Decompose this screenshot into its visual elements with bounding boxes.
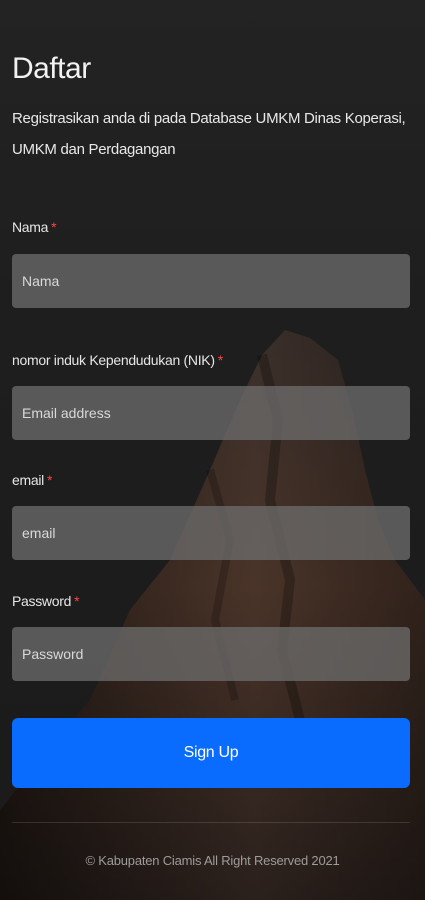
- signup-form-container: Daftar Registrasikan anda di pada Databa…: [0, 0, 425, 900]
- page-subtitle: Registrasikan anda di pada Database UMKM…: [12, 110, 406, 158]
- password-label-text: Password: [12, 593, 72, 609]
- nama-input[interactable]: [12, 254, 410, 308]
- nama-label-text: Nama: [12, 219, 49, 235]
- nik-input[interactable]: [12, 386, 410, 440]
- required-marker: *: [46, 472, 53, 488]
- required-marker: *: [51, 219, 57, 235]
- password-label: Password *: [12, 593, 80, 609]
- nama-label: Nama *: [12, 219, 57, 235]
- footer-copyright: © Kabupaten Ciamis All Right Reserved 20…: [85, 853, 340, 868]
- email-label-text: email: [12, 472, 44, 488]
- nik-label: nomor induk Kependudukan (NIK) *: [12, 352, 223, 368]
- page-title: Daftar: [12, 52, 91, 85]
- password-input[interactable]: [12, 627, 410, 681]
- sign-up-button[interactable]: Sign Up: [12, 718, 410, 788]
- required-marker: *: [217, 352, 223, 368]
- nik-label-text: nomor induk Kependudukan (NIK): [12, 352, 215, 368]
- required-marker: *: [74, 593, 80, 609]
- email-label: email *: [12, 472, 52, 488]
- footer-divider: [12, 822, 410, 823]
- email-input[interactable]: [12, 506, 410, 560]
